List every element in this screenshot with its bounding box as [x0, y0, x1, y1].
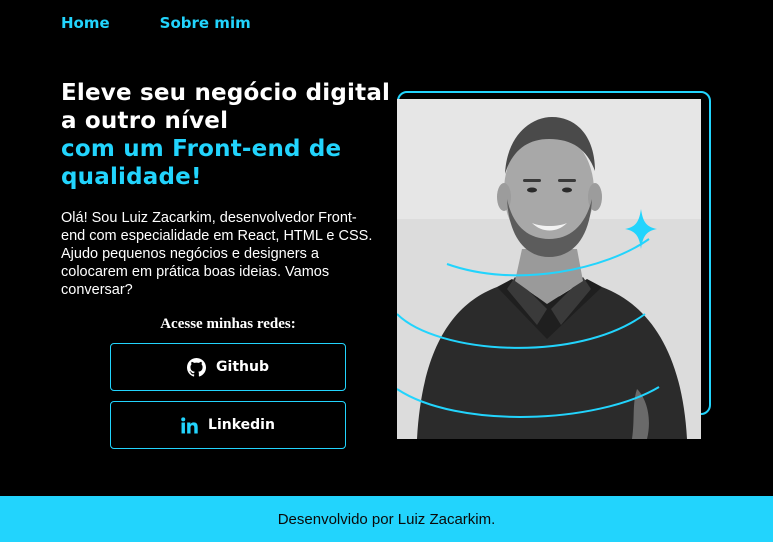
footer: Desenvolvido por Luiz Zacarkim.	[0, 496, 773, 542]
hero-intro-text: Olá! Sou Luiz Zacarkim, desenvolvedor Fr…	[61, 210, 373, 298]
nav-link-sobre-mim[interactable]: Sobre mim	[160, 14, 251, 32]
hero-title: Eleve seu negócio digital a outro nível …	[61, 79, 391, 191]
github-button-label: Github	[216, 359, 269, 375]
github-button[interactable]: Github	[110, 343, 346, 391]
profile-photo	[397, 99, 701, 439]
linkedin-icon	[181, 416, 198, 434]
top-nav: Home Sobre mim	[61, 14, 251, 32]
linkedin-button[interactable]: Linkedin	[110, 401, 346, 449]
linkedin-button-label: Linkedin	[208, 417, 275, 433]
footer-credit: Desenvolvido por Luiz Zacarkim.	[277, 510, 496, 528]
hero-title-accent: com um Front-end de qualidade!	[61, 136, 342, 190]
nav-link-home[interactable]: Home	[61, 14, 110, 32]
socials-heading: Acesse minhas redes:	[160, 316, 296, 332]
github-icon	[187, 357, 207, 377]
hero-title-main: Eleve seu negócio digital a outro nível	[61, 80, 391, 134]
